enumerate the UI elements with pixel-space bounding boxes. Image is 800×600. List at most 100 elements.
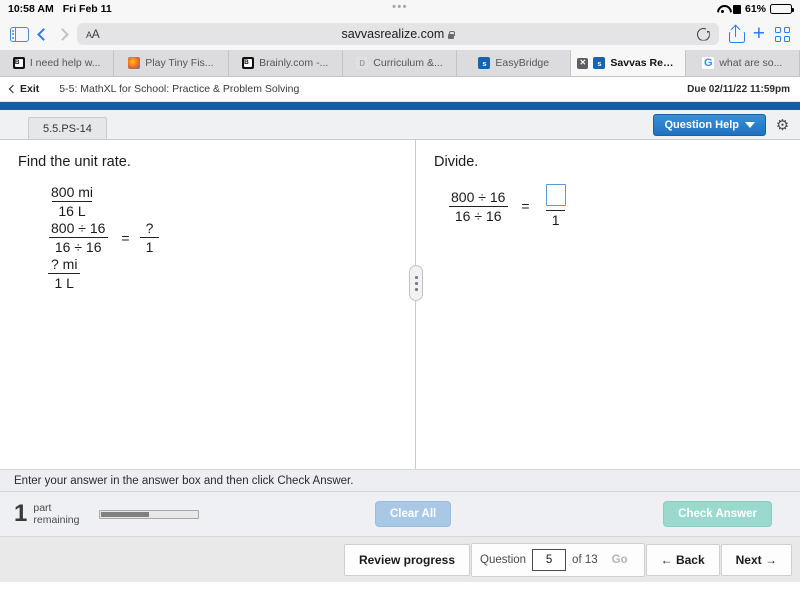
fraction-denominator: 1 [545, 210, 566, 228]
tab-label: I need help w... [29, 57, 101, 69]
browser-tab[interactable]: D Curriculum &... [343, 50, 458, 76]
fraction-denominator: 16 ÷ 16 [448, 205, 508, 224]
clear-all-button[interactable]: Clear All [375, 501, 452, 527]
question-label: Question [480, 553, 527, 566]
new-tab-button[interactable]: + [753, 23, 765, 44]
remaining-count: 1 [14, 500, 28, 527]
next-button[interactable]: Next → [720, 543, 792, 576]
problem-prompt: Find the unit rate. [18, 154, 131, 170]
tab-label: Brainly.com -... [259, 57, 329, 69]
browser-tab[interactable]: B I need help w... [0, 50, 115, 76]
tabs-overview-button[interactable] [775, 26, 790, 42]
equals-sign: = [121, 229, 130, 246]
fraction-row-3: ? mi 1 L [42, 256, 397, 291]
browser-tab[interactable]: B Brainly.com -... [229, 50, 343, 76]
question-total-label: of 13 [572, 553, 598, 566]
doc-favicon: D [356, 57, 369, 69]
tab-strip: B I need help w... Play Tiny Fis... B Br… [0, 50, 800, 77]
assignment-header: Exit 5-5: MathXL for School: Practice & … [0, 77, 800, 102]
fraction-numerator: 800 ÷ 16 [451, 188, 506, 205]
savvas-favicon: s [593, 57, 606, 69]
browser-tab[interactable]: s EasyBridge [457, 50, 572, 76]
remaining-label: part remaining [33, 502, 79, 526]
remaining-label-line2: remaining [33, 514, 80, 526]
close-icon[interactable]: ✕ [577, 57, 589, 69]
savvas-favicon: s [478, 57, 491, 69]
tabs-grid-icon [775, 26, 790, 42]
check-answer-button[interactable]: Check Answer [663, 501, 772, 527]
back-label: Back [675, 552, 705, 567]
instruction-bar: Enter your answer in the answer box and … [0, 470, 800, 492]
back-chevron-icon [8, 84, 18, 94]
forward-chevron-icon [56, 27, 69, 41]
question-help-label: Question Help [664, 119, 739, 131]
pane-splitter-handle[interactable] [409, 265, 423, 301]
question-help-button[interactable]: Question Help [653, 114, 766, 136]
arrow-left-icon: ← [660, 552, 673, 567]
status-dots: ••• [392, 1, 408, 13]
sidebar-toggle-button[interactable] [10, 26, 29, 42]
tab-label: Savvas Realize [610, 57, 679, 69]
next-label: Next [735, 552, 762, 567]
question-navigator: Question of 13 Go [471, 542, 645, 577]
due-date-label: Due 02/11/22 11:59pm [687, 83, 790, 95]
fraction-numerator: ? [145, 220, 154, 236]
answer-fraction: 1 [540, 184, 572, 228]
arrow-right-icon: → [765, 552, 777, 567]
blue-accent-band [0, 102, 800, 110]
fraction: ? 1 [139, 220, 160, 255]
google-favicon: G [702, 57, 715, 69]
fraction-row-2: 800 ÷ 16 16 ÷ 16 = ? 1 [42, 220, 397, 255]
question-id-tab[interactable]: 5.5.PS-14 [28, 117, 107, 139]
question-toolbar: 5.5.PS-14 Question Help ⚙ [0, 110, 800, 140]
bottom-navigation: Review progress Question of 13 Go ← Back… [0, 537, 800, 582]
gear-icon[interactable]: ⚙ [775, 118, 790, 133]
exit-label: Exit [20, 83, 40, 95]
status-date: Fri Feb 11 [62, 3, 112, 15]
progress-bar [99, 509, 200, 519]
fraction: ? mi 1 L [45, 256, 83, 291]
browser-tab[interactable]: G what are so... [686, 50, 800, 76]
brainly-favicon: B [242, 57, 255, 69]
browser-toolbar: AA savvasrealize.com + [0, 18, 800, 50]
share-button[interactable] [728, 24, 745, 43]
address-bar[interactable]: AA savvasrealize.com [77, 23, 719, 45]
back-button[interactable]: ← Back [645, 543, 720, 576]
question-toolbar-right: Question Help ⚙ [653, 114, 790, 136]
back-button[interactable] [37, 27, 50, 41]
progress-bar-fill [101, 511, 150, 517]
equals-sign: = [521, 198, 530, 214]
exit-button[interactable]: Exit [8, 83, 40, 95]
forward-button[interactable] [56, 27, 69, 41]
fraction-numerator: 800 mi [51, 184, 94, 200]
remaining-label-line1: part [33, 502, 52, 514]
page-title: 5-5: MathXL for School: Practice & Probl… [59, 83, 300, 95]
fraction-numerator: 800 ÷ 16 [51, 220, 106, 236]
tab-label: Play Tiny Fis... [145, 57, 214, 69]
fraction-denominator: 16 L [52, 201, 92, 219]
fraction-denominator: 1 L [48, 273, 80, 291]
question-work-area: Find the unit rate. 800 mi 16 L 800 ÷ 16… [0, 140, 800, 470]
answer-input-wrap [540, 184, 572, 210]
go-button[interactable]: Go [604, 554, 636, 566]
fraction-row-1: 800 mi 16 L [42, 184, 397, 219]
battery-percent-label: 61% [744, 3, 766, 15]
problem-math: 800 mi 16 L 800 ÷ 16 16 ÷ 16 = ? 1 ? mi [42, 184, 397, 291]
back-chevron-icon [37, 27, 50, 41]
url-display: savvasrealize.com [77, 27, 719, 41]
fraction: 800 mi 16 L [45, 184, 99, 219]
browser-tab[interactable]: Play Tiny Fis... [114, 50, 229, 76]
question-number-input[interactable] [532, 548, 567, 571]
problem-pane: Find the unit rate. 800 mi 16 L 800 ÷ 16… [0, 140, 416, 469]
ios-status-bar: 10:58 AM Fri Feb 11 ••• 61% [0, 0, 800, 18]
instruction-text: Enter your answer in the answer box and … [14, 474, 354, 487]
fraction: 800 ÷ 16 16 ÷ 16 [445, 189, 511, 224]
status-time: 10:58 AM [8, 3, 54, 15]
chevron-down-icon [745, 122, 755, 128]
url-text: savvasrealize.com [341, 27, 445, 41]
answer-input[interactable] [545, 184, 566, 206]
wifi-icon [716, 4, 729, 14]
review-progress-button[interactable]: Review progress [343, 543, 471, 576]
browser-tab-active[interactable]: ✕ s Savvas Realize [571, 50, 686, 76]
fraction: 800 ÷ 16 16 ÷ 16 [45, 220, 111, 255]
